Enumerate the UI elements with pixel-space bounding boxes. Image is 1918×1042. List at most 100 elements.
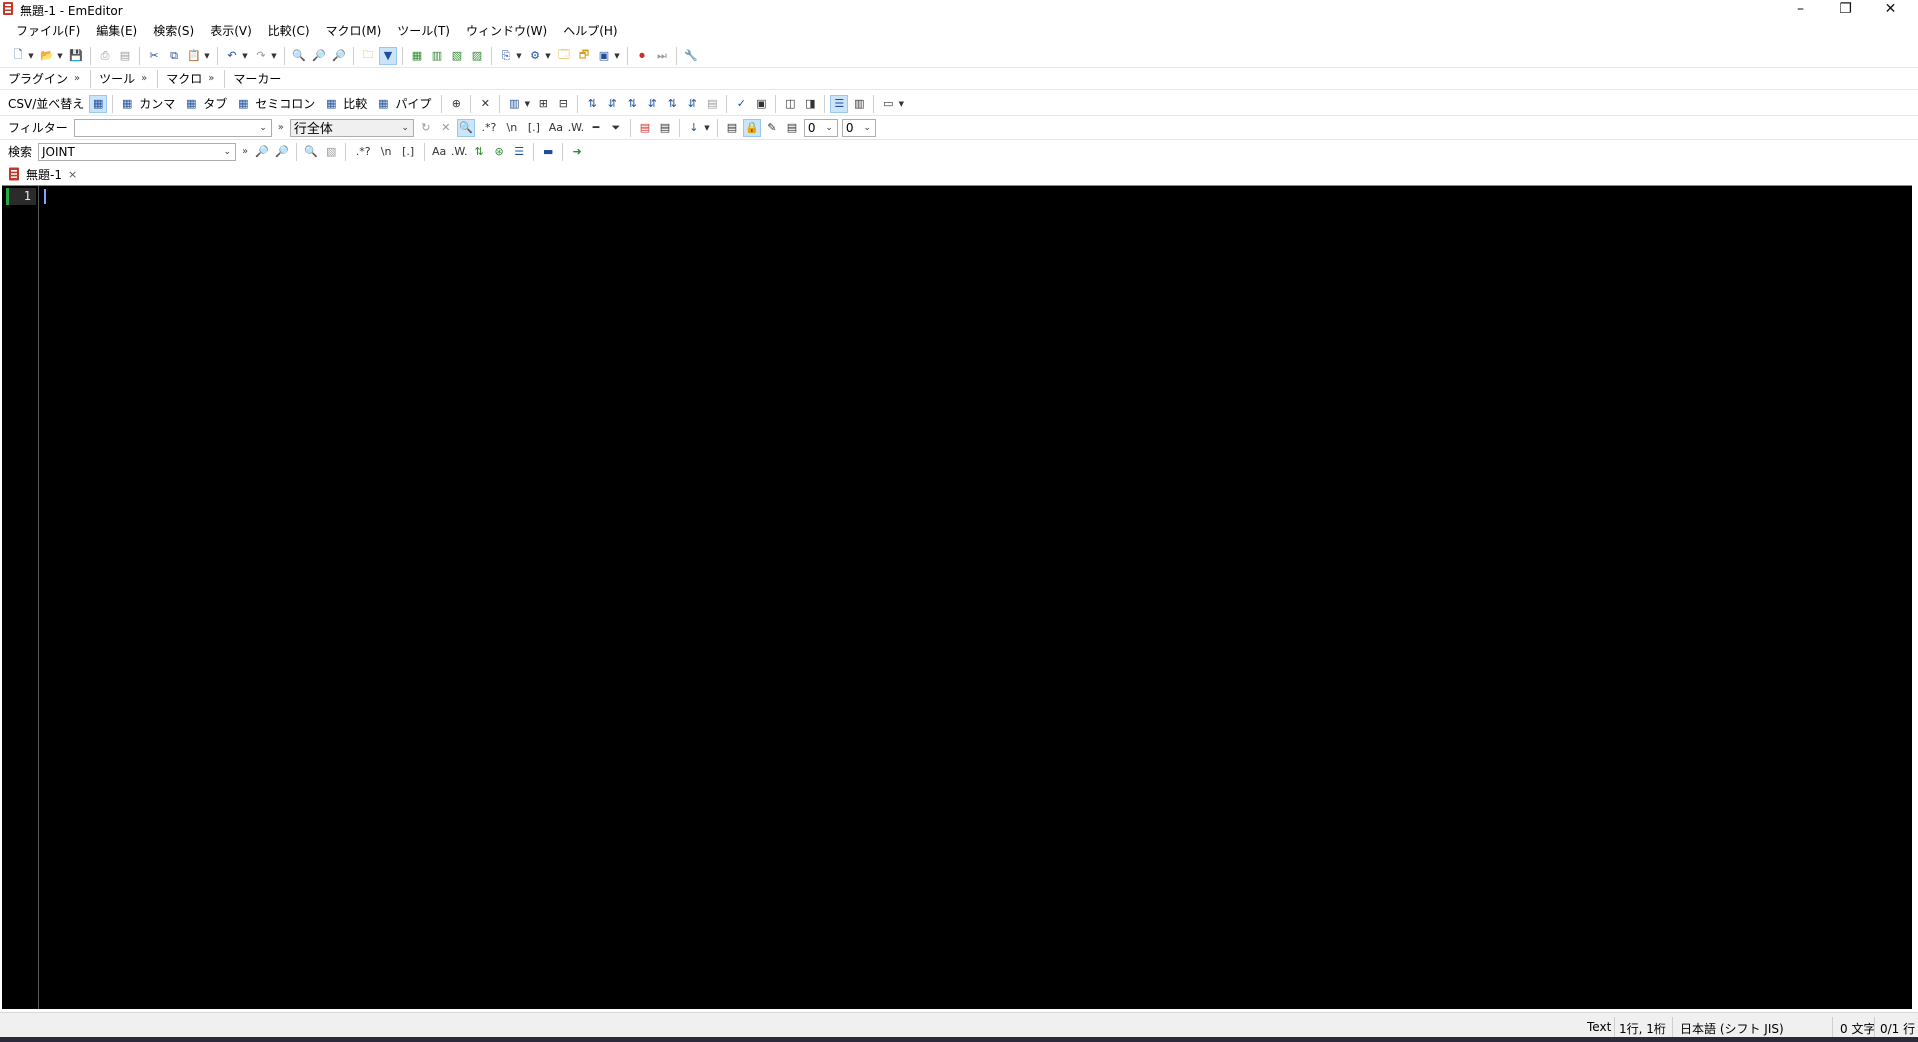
status-mode[interactable]: Text (1587, 1020, 1611, 1034)
refresh-filter-icon[interactable]: ↻ (418, 120, 434, 136)
csv-pipe-icon[interactable]: ▦ (375, 96, 391, 112)
sort-ascending-icon[interactable]: ⇅ (584, 96, 600, 112)
record-macro-icon[interactable]: ⏺ (634, 48, 650, 64)
sort-length-desc-icon[interactable]: ⇵ (684, 96, 700, 112)
find-in-files-icon[interactable]: 🗀 (360, 48, 376, 64)
sort-length-asc-icon[interactable]: ⇅ (664, 96, 680, 112)
bookmark-icon[interactable]: ▤ (637, 120, 653, 136)
open-folder-icon[interactable]: 📂 (39, 48, 55, 64)
context-after-dropdown-icon[interactable]: ⌄ (863, 120, 871, 136)
csv-tab-icon[interactable]: ▦ (183, 96, 199, 112)
all-config-icon[interactable]: 🗗 (576, 48, 592, 64)
search-previous-icon[interactable]: 🔎 (274, 144, 290, 160)
editor-area[interactable]: 1 (2, 185, 1912, 1009)
filter-icon[interactable]: ▼ (379, 46, 397, 65)
new-file-icon[interactable]: 🗋 (10, 48, 26, 64)
print-preview-icon[interactable]: ▤ (117, 48, 133, 64)
csv-semicolon-button[interactable]: セミコロン (255, 95, 315, 112)
columns-dropdown-icon[interactable]: ▼ (523, 96, 531, 112)
sort-descending-icon[interactable]: ⇵ (604, 96, 620, 112)
menu-view[interactable]: 表示(V) (202, 20, 260, 42)
character-map-icon[interactable]: ▣ (753, 96, 769, 112)
join-icon[interactable]: ⊞ (535, 96, 551, 112)
menu-tools[interactable]: ツール(T) (389, 20, 458, 42)
unique-icon[interactable]: ▤ (704, 96, 720, 112)
add-column-icon[interactable]: ⊕ (448, 96, 464, 112)
filter-regex-toggle[interactable]: .*? (478, 120, 500, 136)
run-macro-icon[interactable]: ⏭ (654, 48, 670, 64)
marker-toolbar-label[interactable]: マーカー (229, 70, 285, 87)
find-next-icon[interactable]: 🔎 (311, 48, 327, 64)
search-list-icon[interactable]: ☰ (511, 144, 527, 160)
search-go-icon[interactable]: ➜ (569, 144, 585, 160)
print-icon[interactable]: ⎙ (97, 48, 113, 64)
csv-convert-icon[interactable]: ▥ (429, 48, 445, 64)
search-escape-icon[interactable]: ⊛ (491, 144, 507, 160)
encoding-dropdown-icon[interactable]: ▼ (544, 48, 552, 64)
cell-icon[interactable]: ▤ (784, 120, 800, 136)
filter-dropdown-icon[interactable]: ⌄ (259, 120, 267, 136)
plugin-chevron-icon[interactable]: » (74, 73, 80, 84)
menu-compare[interactable]: 比較(C) (260, 20, 318, 42)
csv-refresh-icon[interactable]: ▧ (449, 48, 465, 64)
tools-chevron-icon[interactable]: » (141, 73, 147, 84)
search-regex-toggle[interactable]: .*? (352, 144, 374, 160)
filter-scope-select[interactable]: 行全体 ⌄ (289, 118, 414, 137)
filter-clear-icon[interactable]: ⏷ (608, 120, 624, 136)
context-before-select[interactable]: 0 ⌄ (803, 118, 838, 137)
csv-export-icon[interactable]: ▨ (469, 48, 485, 64)
find-icon[interactable]: 🔍 (291, 48, 307, 64)
search-match-word-icon[interactable]: .W. (451, 144, 468, 160)
plugin-toolbar-label[interactable]: プラグイン (4, 70, 72, 87)
tab-close-icon[interactable]: × (68, 168, 77, 181)
menu-macro[interactable]: マクロ(M) (318, 20, 390, 42)
settings-icon[interactable]: 🗔 (556, 48, 572, 64)
redo-dropdown-icon[interactable]: ▼ (270, 48, 278, 64)
csv-compare-icon[interactable]: ▦ (323, 96, 339, 112)
csv-tab-button[interactable]: タブ (203, 95, 227, 112)
config-dropdown-icon[interactable]: ▼ (613, 48, 621, 64)
customize-bar-icon[interactable]: ▭ (880, 96, 896, 112)
filter-scope-dropdown-icon[interactable]: ⌄ (401, 120, 409, 136)
csv-comma-icon[interactable]: ▦ (119, 96, 135, 112)
wordwrap-dropdown-icon[interactable]: ▼ (515, 48, 523, 64)
csv-pipe-button[interactable]: パイプ (395, 95, 431, 112)
wordwrap-icon[interactable]: ⎘ (498, 48, 514, 64)
search-next-icon[interactable]: 🔎 (254, 144, 270, 160)
keep-icon[interactable]: ✎ (764, 120, 780, 136)
negative-icon[interactable]: ━ (588, 120, 604, 136)
clear-highlight-icon[interactable]: ▧ (323, 144, 339, 160)
macro-toolbar-label[interactable]: マクロ (162, 70, 206, 87)
csv-toggle-icon[interactable]: ▦ (409, 48, 425, 64)
lock-icon[interactable]: 🔒 (742, 118, 761, 137)
tab-untitled-1[interactable]: 無題-1 × (4, 164, 81, 184)
csv-none-icon[interactable]: ▦ (89, 94, 108, 113)
context-after-select[interactable]: 0 ⌄ (841, 118, 876, 137)
sort-numeric-desc-icon[interactable]: ⇵ (644, 96, 660, 112)
encoding-icon[interactable]: ⚙ (527, 48, 543, 64)
cut-icon[interactable]: ✂ (146, 48, 162, 64)
sort-numeric-asc-icon[interactable]: ⇅ (624, 96, 640, 112)
search-swap-icon[interactable]: ⇅ (471, 144, 487, 160)
highlight-icon[interactable]: 🔍 (303, 144, 319, 160)
restore-button[interactable]: ❐ (1823, 0, 1868, 18)
next-result-dropdown-icon[interactable]: ▼ (703, 120, 711, 136)
search-window-icon[interactable]: ▬ (540, 144, 556, 160)
filter-search-icon[interactable]: 🔍 (456, 118, 475, 137)
search-chevron-icon[interactable]: » (242, 146, 248, 157)
customize-bar-dropdown-icon[interactable]: ▼ (897, 96, 905, 112)
redo-icon[interactable]: ↷ (253, 48, 269, 64)
columns-icon[interactable]: ▥ (506, 96, 522, 112)
macro-chevron-icon[interactable]: » (208, 73, 214, 84)
match-case-icon[interactable]: Aa (548, 120, 564, 136)
filter-newline-toggle[interactable]: \n (504, 120, 520, 136)
find-previous-icon[interactable]: 🔎 (331, 48, 347, 64)
line-numbers-icon[interactable]: ☰ (830, 94, 849, 113)
config-icon[interactable]: ▣ (596, 48, 612, 64)
next-result-icon[interactable]: ↓ (686, 120, 702, 136)
context-before-dropdown-icon[interactable]: ⌄ (825, 120, 833, 136)
split-window-icon[interactable]: ◫ (782, 96, 798, 112)
ruler-icon[interactable]: ▥ (851, 96, 867, 112)
status-encoding[interactable]: 日本語 (シフト JIS) (1680, 1020, 1784, 1037)
search-bracket-toggle[interactable]: [.] (398, 144, 418, 160)
